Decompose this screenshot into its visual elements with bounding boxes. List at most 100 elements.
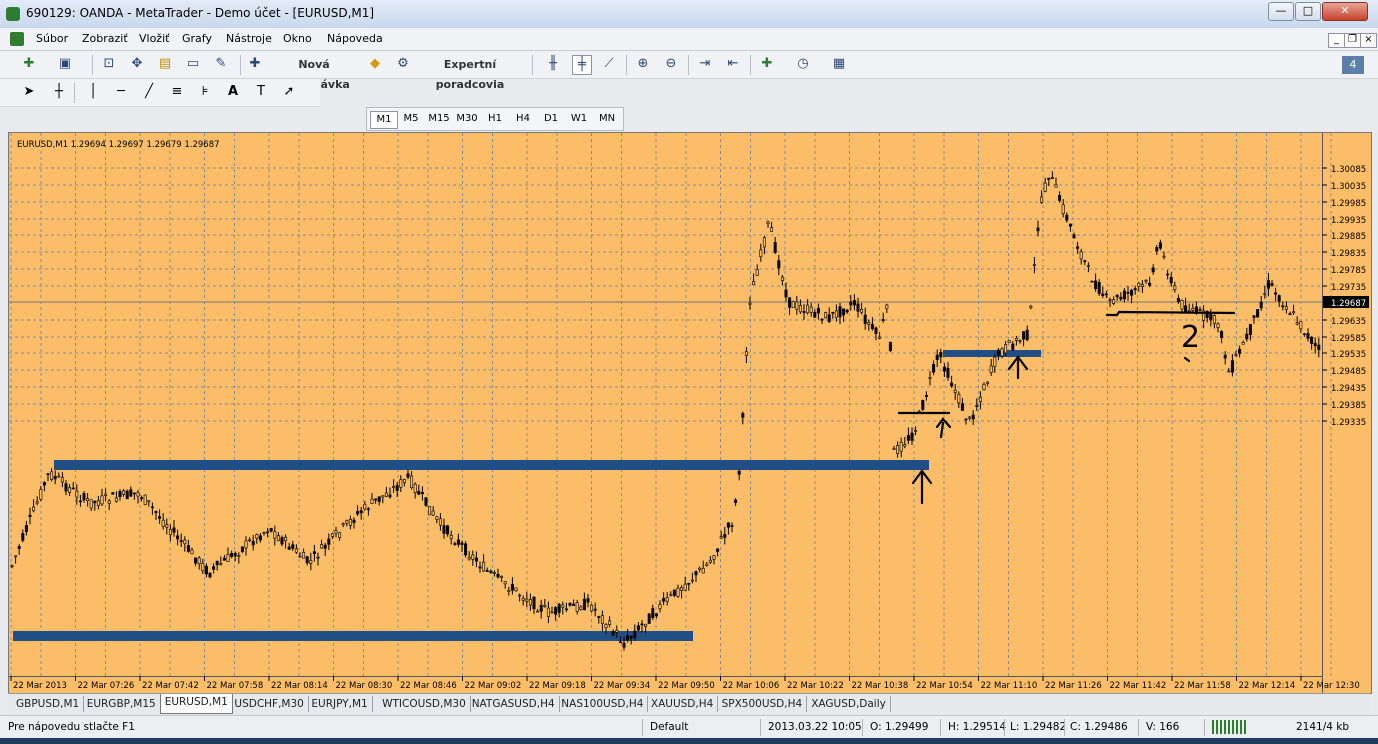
candle [464,541,468,558]
periods-icon[interactable]: ◷ [794,55,812,73]
timeframe-m15[interactable]: M15 [426,111,452,127]
maximize-button[interactable]: □ [1295,2,1321,21]
candle [932,360,936,376]
chart-tab[interactable]: EURGBP,M15 [83,696,161,712]
candle [824,311,828,319]
mdi-close-button[interactable]: × [1360,33,1377,48]
chart-window[interactable]: 1.30085 1.30035 1.29985 1.29935 1.29885 1.298… [8,132,1372,694]
market-watch-icon[interactable]: ⊡ [100,55,118,73]
support-zone-low[interactable] [13,631,693,641]
candle [1065,212,1069,223]
arrows-icon[interactable]: ➚ [280,83,298,101]
candle [424,497,428,507]
candle [132,492,136,500]
candle [413,482,417,499]
annotation-label: 2 [1181,320,1200,355]
chart-tab[interactable]: XAGUSD,Daily [807,696,891,712]
candle [1058,191,1062,203]
line-chart-icon[interactable]: ⟋ [600,55,618,73]
timeframe-d1[interactable]: D1 [538,111,564,127]
vertical-line-icon[interactable]: │ [84,83,102,101]
candle [474,551,478,568]
candle [377,496,381,506]
candle [723,526,727,545]
strategy-tester-icon[interactable]: ✎ [212,55,230,73]
minimize-button[interactable]: — [1268,2,1294,21]
equidistant-channel-icon[interactable]: ≡ [168,83,186,101]
timeframe-w1[interactable]: W1 [566,111,592,127]
chart-tab[interactable]: EURUSD,M1 [159,694,233,714]
chart-tab[interactable]: EURJPY,M1 [307,696,373,712]
chart-shift-icon[interactable]: ⇤ [724,55,742,73]
indicators-icon[interactable]: ✚ [758,55,776,73]
chart-tab[interactable]: XAUUSD,H4 [647,696,719,712]
chart-tab[interactable]: NATGASUSD,H4 [468,696,560,712]
trendline-icon[interactable]: ╱ [140,83,158,101]
mdi-restore-button[interactable]: ❐ [1344,33,1361,48]
candle [885,303,889,313]
candle [363,500,367,511]
candle [86,493,90,507]
time-label: 22 Mar 11:42 [1110,681,1167,691]
expert-advisors-icon[interactable]: ⚙ [394,55,412,73]
candle [1061,199,1065,218]
candle [647,612,651,624]
new-order-button[interactable]: Nová objednávka [268,55,360,91]
templates-icon[interactable]: ▦ [830,55,848,73]
menu-window[interactable]: Okno [283,32,312,45]
timeframe-mn[interactable]: MN [594,111,620,127]
timeframe-m5[interactable]: M5 [398,111,424,127]
candle [392,479,396,493]
time-label: 22 Mar 09:02 [465,681,522,691]
text-icon[interactable]: A [224,83,242,101]
crosshair-icon[interactable]: ┼ [50,83,68,101]
auto-scroll-icon[interactable]: ⇥ [696,55,714,73]
candle [532,596,536,614]
experts-button[interactable]: Expertní poradcovia [416,55,524,91]
chart-tab[interactable]: USDCHF,M30 [230,696,309,712]
chart-tab[interactable]: GBPUSD,M1 [12,696,85,712]
candle [924,391,928,401]
metaeditor-icon[interactable]: ◆ [366,55,384,73]
candlestick-icon[interactable]: ╪ [572,55,592,75]
support-zone[interactable] [54,460,929,470]
timeframe-m30[interactable]: M30 [454,111,480,127]
navigator-icon[interactable]: ▤ [156,55,174,73]
support-zone-small[interactable] [943,350,1041,357]
new-chart-icon[interactable]: ✚ [20,55,38,73]
timeframe-h4[interactable]: H4 [510,111,536,127]
horizontal-line-icon[interactable]: ─ [112,83,130,101]
candle [1317,337,1321,358]
data-window-icon[interactable]: ✥ [128,55,146,73]
zoom-out-icon[interactable]: ⊖ [662,55,680,73]
text-label-icon[interactable]: T [252,83,270,101]
time-label: 22 Mar 2013 [13,681,67,691]
zoom-in-icon[interactable]: ⊕ [634,55,652,73]
bar-chart-icon[interactable]: ╫ [544,55,562,73]
chart-tab[interactable]: NAS100USD,H4 [557,696,649,712]
menu-view[interactable]: Zobraziť [82,32,128,45]
current-price-label: 1.29687 [1331,299,1366,309]
chart-tab[interactable]: SPX500USD,H4 [718,696,808,712]
menu-insert[interactable]: Vložiť [139,32,169,45]
new-order-icon[interactable]: ✚ [246,55,264,73]
candle [680,585,684,599]
menu-help[interactable]: Nápoveda [327,32,383,45]
cursor-icon[interactable]: ➤ [20,83,38,101]
notification-badge[interactable]: 4 [1342,56,1364,74]
fibonacci-icon[interactable]: ⊧ [196,83,214,101]
menu-charts[interactable]: Grafy [182,32,212,45]
timeframe-m1[interactable]: M1 [370,111,398,129]
menu-file[interactable]: Súbor [36,32,68,45]
candle [712,555,716,565]
timeframe-h1[interactable]: H1 [482,111,508,127]
candle [741,411,745,425]
price-chart[interactable]: 1.30085 1.30035 1.29985 1.29935 1.29885 1.298… [9,133,1371,693]
mdi-minimize-button[interactable]: _ [1328,33,1345,48]
menu-tools[interactable]: Nástroje [226,32,272,45]
time-label: 22 Mar 10:54 [916,681,973,691]
close-button[interactable]: ✕ [1322,2,1368,21]
terminal-icon[interactable]: ▭ [184,55,202,73]
profiles-icon[interactable]: ▣ [56,55,74,73]
chart-tab[interactable]: WTICOUSD,M30 [378,696,471,712]
